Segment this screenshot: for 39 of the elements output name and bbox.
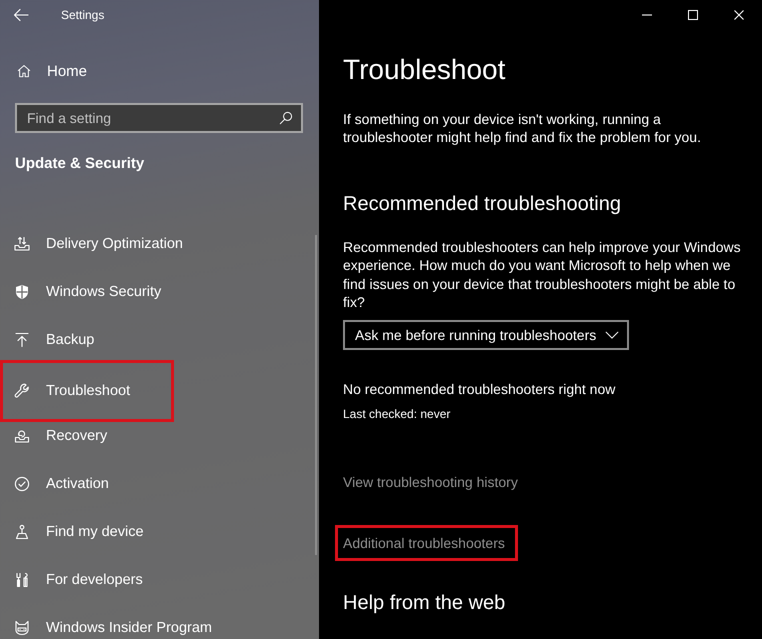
upload-arrow-icon: [14, 332, 30, 348]
search-field[interactable]: Find a setting: [15, 103, 303, 133]
sidebar-item[interactable]: Windows Insider Program: [0, 617, 233, 639]
scrollbar-thumb[interactable]: [315, 235, 317, 555]
person-pin-icon: [14, 524, 30, 540]
home-icon: [17, 64, 31, 78]
sidebar-item[interactable]: Recovery: [0, 425, 174, 447]
back-button[interactable]: [13, 7, 29, 23]
shield-icon: [14, 284, 30, 300]
sidebar-item[interactable]: Delivery Optimization: [0, 233, 204, 255]
last-checked-text: Last checked: never: [343, 406, 450, 422]
sidebar-item[interactable]: Activation: [0, 473, 174, 495]
dropdown[interactable]: Ask me before running troubleshooters: [343, 320, 629, 350]
link[interactable]: Additional troubleshooters: [335, 525, 518, 562]
sidebar-item[interactable]: Windows Security: [0, 281, 182, 303]
check-circle-icon: [14, 476, 30, 492]
link[interactable]: View troubleshooting history: [335, 464, 531, 500]
sidebar-item[interactable]: For developers: [0, 569, 174, 591]
window-title: Settings: [61, 7, 104, 23]
tray-arrows-icon: [14, 236, 30, 252]
intro-text: If something on your device isn't working, running a troubleshooter might help find and fix the problem for you.: [343, 110, 702, 146]
page-title: Troubleshoot: [343, 53, 506, 87]
section-heading: Help from the web: [343, 591, 506, 616]
wrench-icon: [14, 383, 30, 399]
sidebar-item[interactable]: Troubleshoot: [0, 360, 174, 422]
search-icon: [279, 111, 293, 125]
home-button[interactable]: Home: [15, 51, 96, 91]
description-text: Recommended troubleshooters can help improve your Windows experience. How much do you want Microsoft to help when we find issues on your device that troubleshooters might be able to fix?: [343, 238, 742, 312]
sidebar-item[interactable]: Backup: [0, 329, 174, 351]
sidebar-item[interactable]: Find my device: [0, 521, 174, 543]
close-icon: [734, 10, 744, 20]
section-title: Update & Security: [15, 154, 144, 174]
status-text: No recommended troubleshooters right now: [343, 380, 616, 398]
tools-icon: [14, 572, 30, 588]
back-arrow-icon: [13, 7, 29, 23]
tray-arrow-icon: [14, 428, 30, 444]
cat-icon: [14, 620, 30, 636]
maximize-icon: [688, 10, 698, 20]
section-heading: Recommended troubleshooting: [343, 192, 621, 217]
